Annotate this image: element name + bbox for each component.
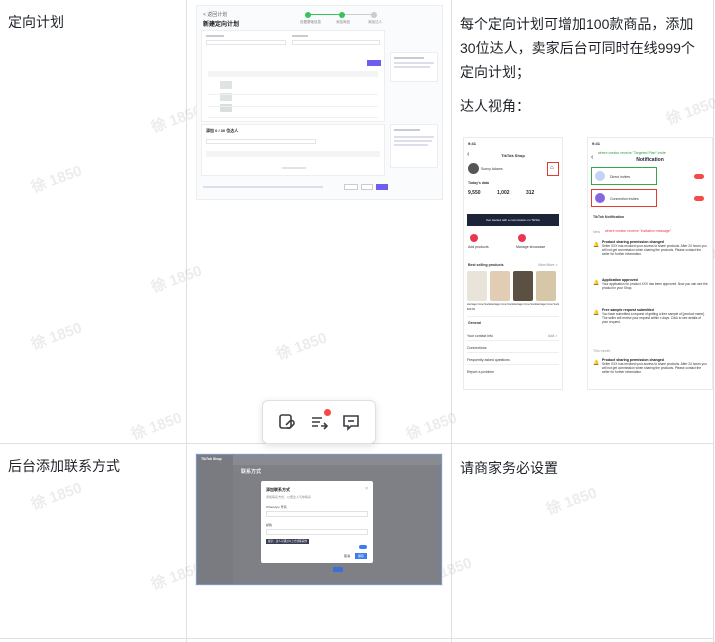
share-list-icon[interactable] (306, 409, 332, 435)
product-thumbnail (467, 271, 487, 301)
tips-panel (390, 52, 438, 82)
page-title: 新建定向计划 (203, 22, 240, 28)
submit-button (376, 184, 388, 190)
bell-icon: 🔔 (593, 360, 600, 366)
row-label: 后台添加联系方式 (8, 458, 120, 474)
bell-icon: 🔔 (593, 280, 600, 286)
table-row (0, 638, 714, 642)
tiktok-shop-phone-screenshot: 9:41 ‹ TikTok Shop Sunny Adams ⌂ Today's… (463, 137, 563, 390)
creator-panel: 添加 0 / 30 位达人 (201, 124, 385, 176)
toggle-switch (359, 545, 367, 549)
avatar (468, 163, 479, 174)
email-field (266, 529, 368, 535)
link-icon[interactable] (274, 409, 300, 435)
notification-phone-screenshot: 9:41 where creator receive "Targeted Pla… (587, 137, 713, 390)
label-cell: 定向计划 (0, 0, 188, 444)
row-label: 定向计划 (8, 14, 64, 30)
sidebar: TikTok Shop (197, 455, 233, 584)
comment-icon[interactable] (338, 409, 364, 435)
step-indicator (371, 12, 377, 18)
back-icon: ‹ (591, 154, 594, 161)
add-products-icon (470, 234, 478, 242)
unread-badge (694, 196, 704, 201)
product-thumbnail (490, 271, 510, 301)
direct-invites-icon (595, 171, 605, 181)
notification-item: Free sample request submitted You have s… (602, 308, 705, 324)
floating-toolbar (262, 400, 376, 444)
contact-modal-screenshot: TikTok Shop 联系方式 添加联系方式 × 添加联系方式，以便达人与你联… (196, 454, 442, 585)
shop-icon: ⌂ (550, 165, 554, 171)
description-text: 每个定向计划可增加100款商品，添加30位达人，卖家后台可同时在线999个定向计… (460, 16, 695, 80)
step-indicator (339, 12, 345, 18)
targeted-plan-screenshot: < 返回计划 新建定向计划 设置基础信息 添加商品 添加达人 添加 0 / 30… (197, 6, 442, 199)
text-cell: 请商家务必设置 (451, 443, 714, 639)
close-icon: × (365, 486, 368, 492)
notification-item: Product sharing permission changed Selle… (602, 358, 707, 374)
product-panel (201, 30, 385, 122)
description-text: 达人视角： (460, 98, 530, 114)
label-cell: 后台添加联系方式 (0, 443, 188, 639)
bell-icon: 🔔 (593, 310, 600, 316)
prev-step-button (344, 184, 358, 190)
cancel-button (361, 184, 373, 190)
product-thumbnail (513, 271, 533, 301)
tip-tooltip: 提示：达人可通过以上方式联系你 (266, 539, 309, 544)
bell-icon: 🔔 (593, 242, 600, 248)
section-title: 添加 0 / 30 位达人 (206, 128, 239, 133)
notification-item: Application approved Your application fo… (602, 278, 708, 290)
showcase-icon (518, 234, 526, 242)
description-text: 请商家务必设置 (460, 460, 558, 476)
step-indicator (305, 12, 311, 18)
contact-modal: 添加联系方式 × 添加联系方式，以便达人与你联系 WhatsApp 号码 邮箱 … (261, 481, 373, 563)
whatsapp-field (266, 511, 368, 517)
rules-panel (390, 124, 438, 168)
unread-badge (694, 174, 704, 179)
product-thumbnail (536, 271, 556, 301)
notification-item: Product sharing permission changed Selle… (602, 240, 707, 256)
connection-invites-icon (595, 193, 605, 203)
notification-badge (324, 409, 331, 416)
breadcrumb: < 返回计划 (203, 12, 228, 18)
